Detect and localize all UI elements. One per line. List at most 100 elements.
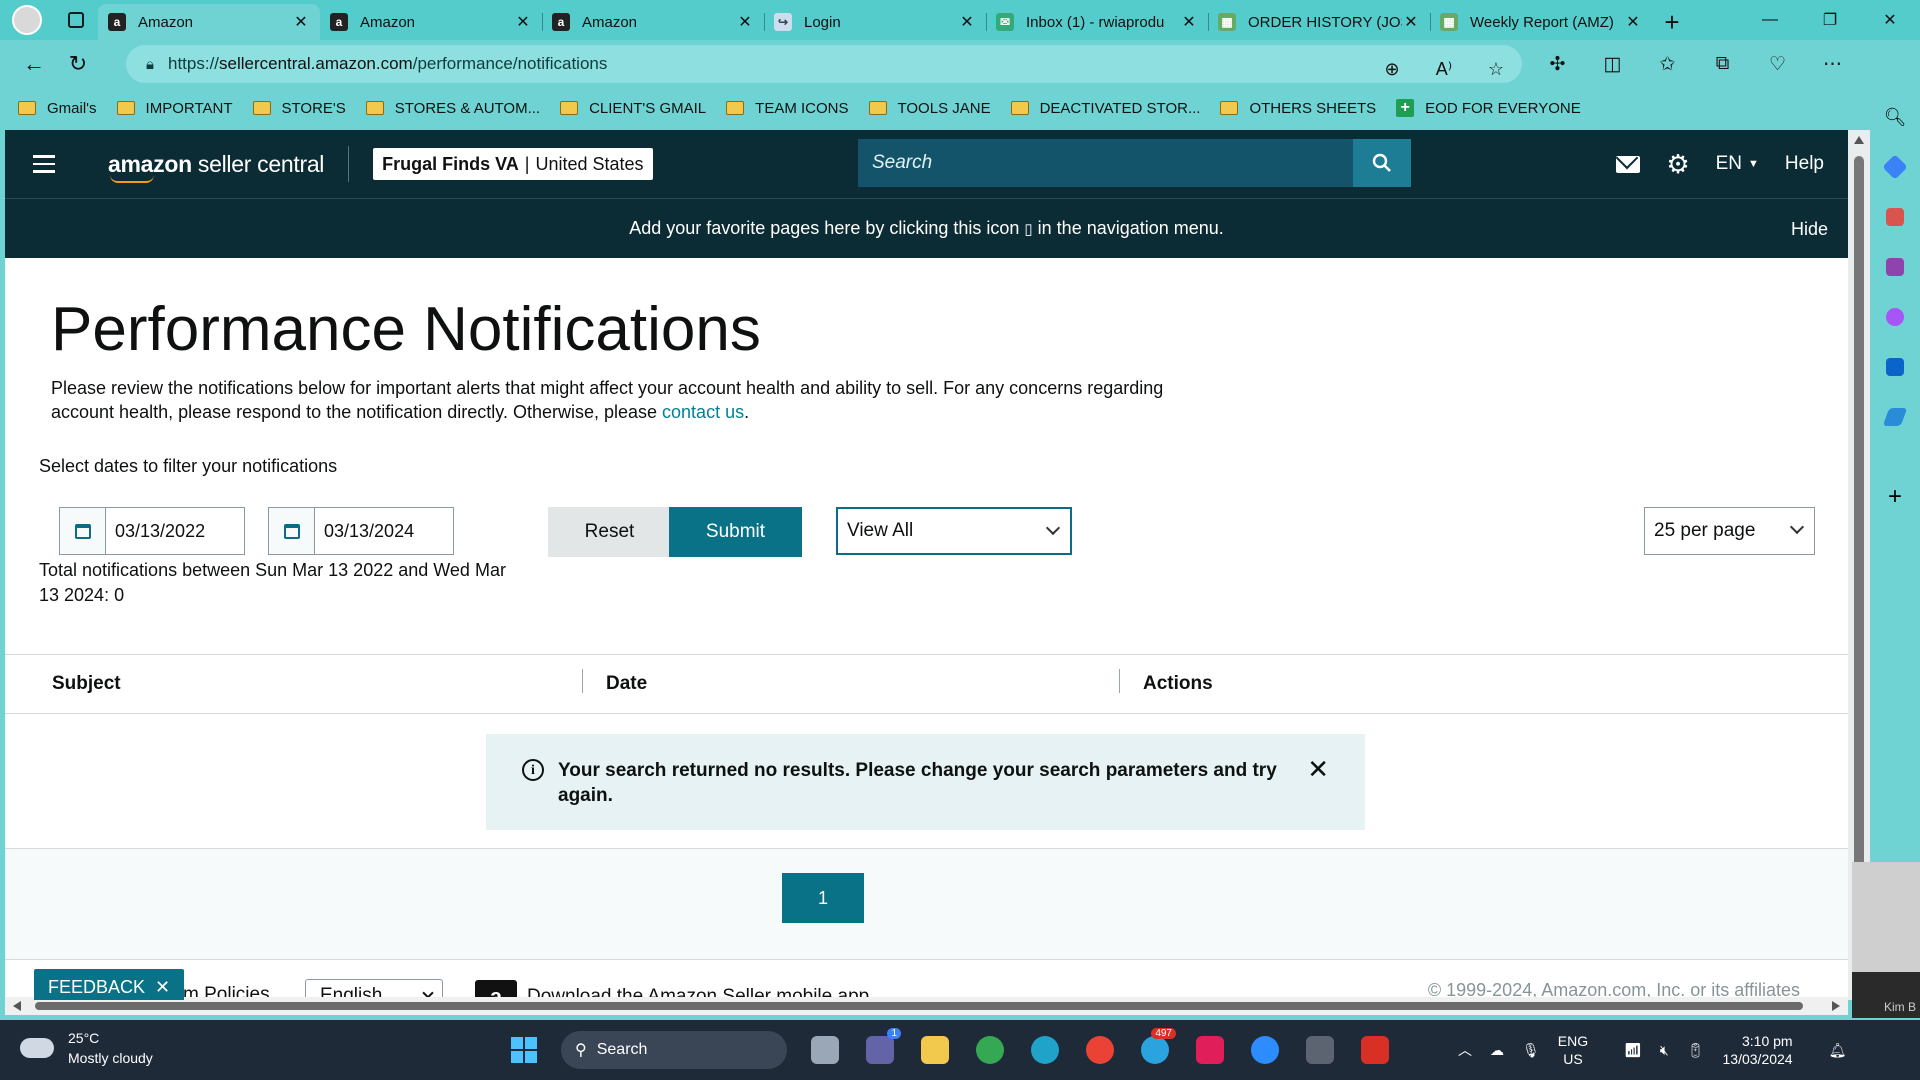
sidebar-tools-icon[interactable] (1870, 192, 1920, 242)
task-view-button[interactable] (797, 1026, 852, 1074)
volume-muted-icon[interactable]: 🔇︎ (1660, 1042, 1669, 1059)
new-tab-button[interactable]: + (1652, 4, 1692, 40)
calendar-icon[interactable] (269, 508, 315, 554)
close-feedback-icon[interactable]: ✕ (155, 977, 170, 998)
bookmark-folder[interactable]: OTHERS SHEETS (1220, 100, 1376, 117)
close-tab-icon[interactable]: ✕ (1180, 12, 1198, 32)
microphone-icon[interactable]: 🎙︎ (1522, 1042, 1540, 1059)
sidebar-games-icon[interactable] (1870, 242, 1920, 292)
browser-tab[interactable]: ↪ Login ✕ (764, 4, 986, 40)
bookmark-folder[interactable]: CLIENT'S GMAIL (560, 100, 706, 117)
bookmark-folder[interactable]: DEACTIVATED STOR... (1010, 100, 1200, 117)
zoom-button[interactable] (1237, 1026, 1292, 1074)
more-menu-icon[interactable]: ⋯ (1805, 44, 1860, 84)
refresh-icon[interactable]: ↻ (56, 44, 100, 84)
minimize-icon[interactable]: — (1740, 0, 1800, 40)
search-button[interactable] (1353, 139, 1411, 187)
edge-button[interactable] (1017, 1026, 1072, 1074)
url-field[interactable]: 🔒︎ https://sellercentral.amazon.com/perf… (126, 45, 1522, 83)
close-tab-icon[interactable]: ✕ (736, 12, 754, 32)
per-page-select[interactable]: 25 per page (1644, 507, 1815, 555)
browser-tab[interactable]: a Amazon ✕ (542, 4, 764, 40)
language-menu[interactable]: EN ▼ (1716, 153, 1759, 175)
sidebar-add-icon[interactable]: + (1870, 472, 1920, 522)
browser-tab[interactable]: a Amazon ✕ (98, 4, 320, 40)
close-tab-icon[interactable]: ✕ (514, 12, 532, 32)
restore-icon[interactable]: ❐ (1800, 0, 1860, 40)
notification-bell-icon[interactable]: 🔔︎ (1829, 1042, 1847, 1059)
close-tab-icon[interactable]: ✕ (1402, 12, 1420, 32)
favorites-icon[interactable]: ✩ (1640, 44, 1695, 84)
tab-actions-icon[interactable] (54, 0, 98, 40)
feedback-button[interactable]: FEEDBACK ✕ (34, 969, 185, 1000)
calendar-icon[interactable] (60, 508, 106, 554)
start-date-input[interactable] (106, 508, 244, 554)
video-preview[interactable]: Kim B (1852, 862, 1920, 1018)
hide-banner-link[interactable]: Hide (1791, 219, 1828, 240)
amazon-seller-central-logo[interactable]: amazon seller central (108, 151, 324, 183)
collections-icon[interactable]: ⧉ (1695, 44, 1750, 84)
zoom-icon[interactable]: ⊕ (1366, 49, 1418, 89)
weather-widget[interactable]: 25°C Mostly cloudy (14, 1028, 153, 1068)
end-date-input[interactable] (315, 508, 453, 554)
input-language[interactable]: ENG US (1558, 1032, 1606, 1068)
show-hidden-icons-chevron-icon[interactable]: ︿ (1458, 1040, 1472, 1060)
extensions-icon[interactable]: ✣ (1530, 44, 1585, 84)
chrome-button[interactable] (962, 1026, 1017, 1074)
horizontal-scrollbar[interactable] (5, 997, 1848, 1015)
close-tab-icon[interactable]: ✕ (292, 12, 310, 32)
clock[interactable]: 3:10 pm 13/03/2024 (1723, 1032, 1811, 1068)
browser-tab[interactable]: ▦ ORDER HISTORY (JOS ✕ (1208, 4, 1430, 40)
account-switcher[interactable]: Frugal Finds VA | United States (373, 148, 653, 180)
bookmark-folder[interactable]: STORES & AUTOM... (365, 100, 540, 117)
wifi-icon[interactable]: 📶︎ (1624, 1042, 1642, 1059)
hamburger-menu-icon[interactable] (18, 130, 70, 198)
reset-button[interactable]: Reset (548, 507, 671, 557)
browser-tab[interactable]: a Amazon ✕ (320, 4, 542, 40)
submit-button[interactable]: Submit (669, 507, 802, 557)
browser-tab[interactable]: ✉ Inbox (1) - rwiaprodu ✕ (986, 4, 1208, 40)
bookmark-folder[interactable]: Gmail's (18, 100, 97, 117)
read-aloud-icon[interactable]: A⁾ (1418, 49, 1470, 89)
telegram-button[interactable]: 497 (1127, 1026, 1182, 1074)
bookmark-folder[interactable]: IMPORTANT (116, 100, 233, 117)
page-1-button[interactable]: 1 (782, 873, 864, 923)
sidebar-search-icon[interactable]: 🔍︎ (1870, 92, 1920, 142)
close-tab-icon[interactable]: ✕ (1624, 12, 1642, 32)
browser-essentials-icon[interactable]: ♡ (1750, 44, 1805, 84)
onedrive-icon[interactable]: ☁ (1490, 1042, 1504, 1059)
contact-us-link[interactable]: contact us (662, 402, 744, 422)
bookmark-folder[interactable]: TEAM ICONS (726, 100, 849, 117)
close-tab-icon[interactable]: ✕ (958, 12, 976, 32)
chrome-profile-button[interactable] (1072, 1026, 1127, 1074)
settings-button[interactable]: ⚙ (1666, 151, 1689, 177)
messages-button[interactable] (1616, 155, 1641, 173)
header-search-input[interactable] (858, 139, 1353, 187)
taskbar-search[interactable]: ⚲ Search (561, 1031, 787, 1069)
close-window-icon[interactable]: ✕ (1860, 0, 1920, 40)
wps-office-button[interactable] (1347, 1026, 1402, 1074)
help-link[interactable]: Help (1785, 153, 1824, 175)
back-icon[interactable]: ← (12, 44, 56, 84)
sidebar-send-icon[interactable] (1870, 392, 1920, 442)
battery-icon[interactable]: 🔋︎ (1687, 1042, 1705, 1059)
sidebar-copilot-icon[interactable] (1870, 292, 1920, 342)
profile-avatar[interactable] (0, 0, 54, 40)
close-alert-icon[interactable]: ✕ (1307, 756, 1329, 782)
teams-button[interactable]: 1 (852, 1026, 907, 1074)
column-date[interactable]: Date (606, 673, 647, 695)
bookmark-link[interactable]: + EOD FOR EVERYONE (1396, 99, 1581, 117)
sidebar-outlook-icon[interactable] (1870, 342, 1920, 392)
bookmark-folder[interactable]: STORE'S (252, 100, 346, 117)
split-screen-icon[interactable]: ◫ (1585, 44, 1640, 84)
sidebar-shopping-icon[interactable] (1870, 142, 1920, 192)
bookmark-folder[interactable]: TOOLS JANE (868, 100, 991, 117)
calculator-button[interactable] (1292, 1026, 1347, 1074)
notification-type-select[interactable]: View All (836, 507, 1072, 555)
start-button[interactable] (496, 1026, 551, 1074)
favorite-star-icon[interactable]: ☆ (1470, 49, 1522, 89)
browser-tab[interactable]: ▦ Weekly Report (AMZ) ✕ (1430, 4, 1652, 40)
file-explorer-button[interactable] (907, 1026, 962, 1074)
column-subject[interactable]: Subject (52, 673, 121, 695)
slack-button[interactable] (1182, 1026, 1237, 1074)
